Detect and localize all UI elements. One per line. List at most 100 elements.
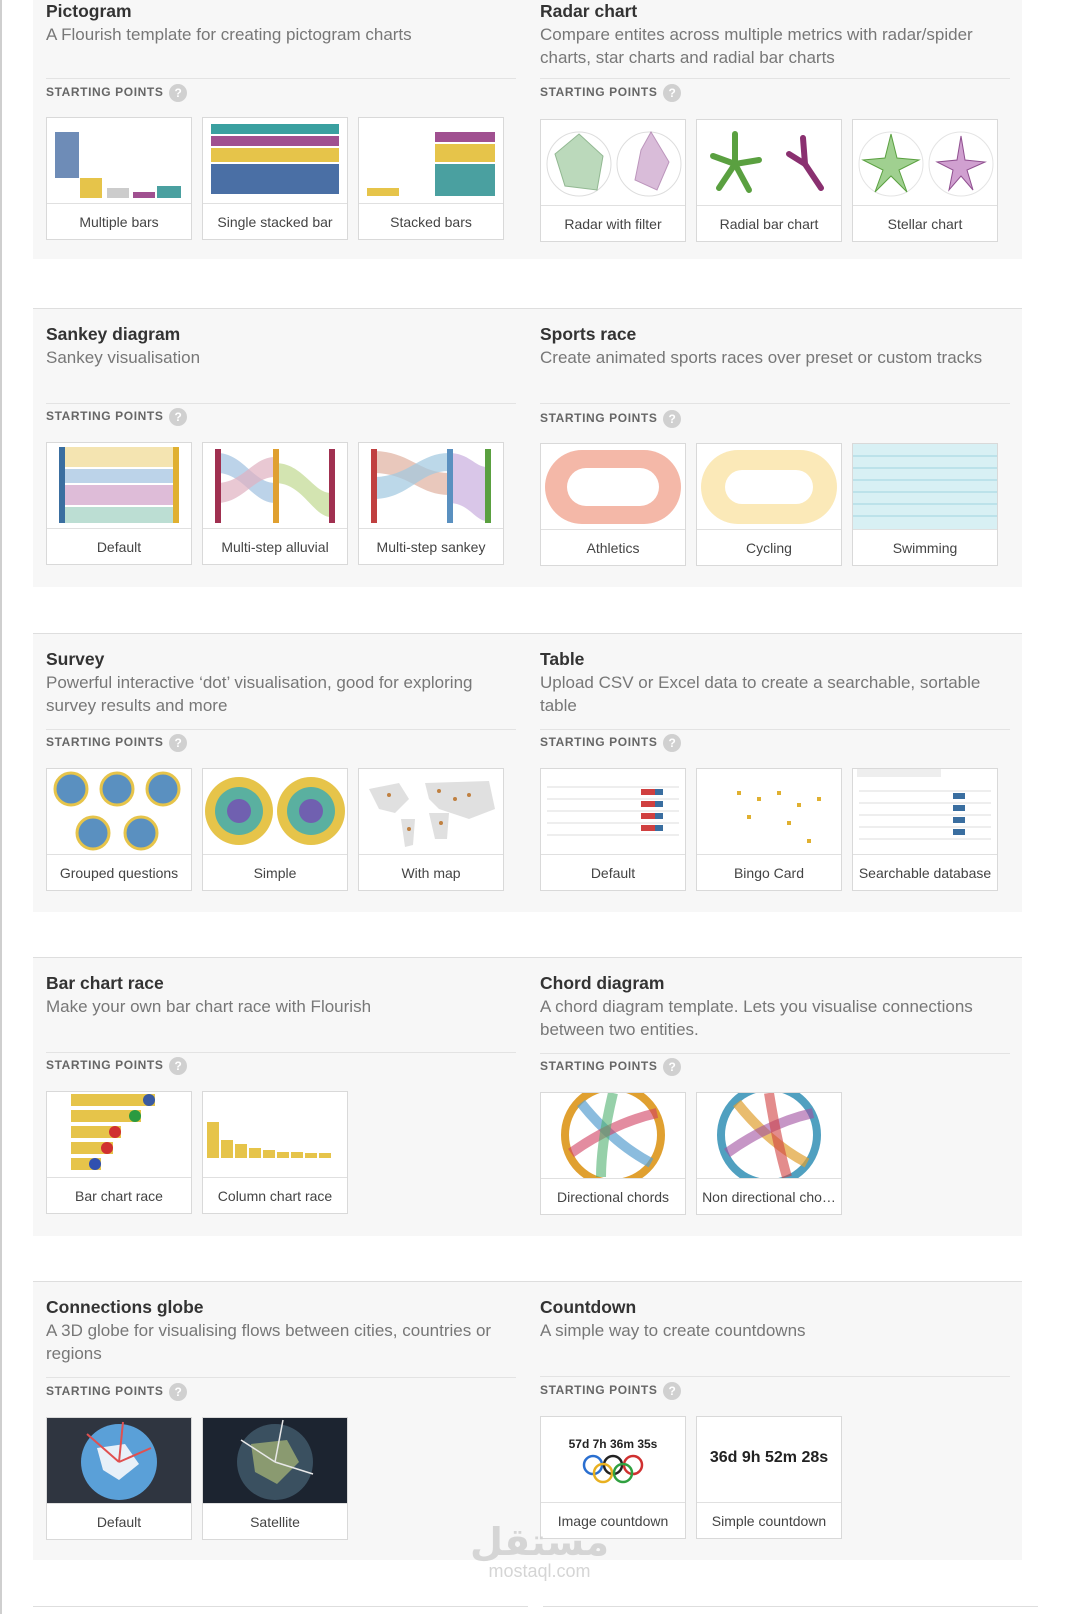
card-title: Connections globe [46, 1297, 204, 1317]
thumb-label: Radar with filter [564, 216, 662, 232]
thumb-survey-simple[interactable]: Simple [202, 768, 348, 891]
thumb-multi-step-sankey[interactable]: Multi-step sankey [358, 442, 504, 565]
thumb-label: Directional chords [556, 1189, 670, 1205]
thumb-label: Multi-step alluvial [221, 539, 329, 555]
card-description: Upload CSV or Excel data to create a sea… [540, 673, 981, 715]
globe-default-thumbnail [47, 1418, 191, 1504]
sankey-default-thumbnail [47, 443, 191, 529]
thumb-label: Stacked bars [390, 214, 472, 230]
card-title: Sports race [540, 324, 637, 344]
card-description: A simple way to create countdowns [540, 1321, 806, 1340]
help-icon[interactable]: ? [663, 734, 682, 752]
starting-points-text: STARTING POINTS [46, 1384, 164, 1399]
thumb-label: Searchable database [858, 865, 992, 881]
card-description: A chord diagram template. Lets you visua… [540, 997, 973, 1039]
table-default-thumbnail [541, 769, 685, 855]
card-radar-chart[interactable]: Radar chart Compare entites across multi… [527, 0, 1022, 259]
card-sankey-diagram[interactable]: Sankey diagram Sankey visualisation STAR… [33, 308, 528, 587]
thumb-bingo-card[interactable]: Bingo Card [696, 768, 842, 891]
help-icon[interactable]: ? [663, 410, 682, 428]
divider [46, 729, 516, 730]
divider [540, 1376, 1010, 1377]
alluvial-thumbnail [203, 443, 347, 529]
starting-points-text: STARTING POINTS [540, 411, 658, 426]
thumb-sankey-default[interactable]: Default [46, 442, 192, 565]
card-survey[interactable]: Survey Powerful interactive ‘dot’ visual… [33, 633, 528, 912]
thumb-multiple-bars[interactable]: Multiple bars [46, 117, 192, 240]
column-race-thumbnail [203, 1092, 347, 1178]
starting-points-label: STARTING POINTS? [540, 84, 682, 102]
thumb-multi-step-alluvial[interactable]: Multi-step alluvial [202, 442, 348, 565]
starting-points-text: STARTING POINTS [540, 1383, 658, 1398]
thumb-stellar-chart[interactable]: Stellar chart [852, 119, 998, 242]
starting-points-label: STARTING POINTS? [540, 1058, 682, 1076]
thumb-survey-with-map[interactable]: With map [358, 768, 504, 891]
divider [540, 403, 1010, 404]
radar-filter-thumbnail [541, 120, 685, 206]
card-countdown[interactable]: Countdown A simple way to create countdo… [527, 1281, 1022, 1560]
thumb-radial-bar-chart[interactable]: Radial bar chart [696, 119, 842, 242]
card-description: Compare entites across multiple metrics … [540, 25, 973, 67]
stellar-chart-thumbnail [853, 120, 997, 206]
thumb-bar-chart-race[interactable]: Bar chart race [46, 1091, 192, 1214]
thumb-non-directional-chords[interactable]: Non directional cho… [696, 1092, 842, 1215]
bar-race-thumbnail [47, 1092, 191, 1178]
thumb-label: Grouped questions [59, 865, 179, 881]
card-title: Pictogram [46, 1, 132, 21]
card-description: Create animated sports races over preset… [540, 348, 983, 367]
mostaql-watermark: مستقل mostaql.com [470, 1520, 609, 1582]
card-table[interactable]: Table Upload CSV or Excel data to create… [527, 633, 1022, 912]
thumb-label: Single stacked bar [217, 214, 333, 230]
thumb-label: Column chart race [217, 1188, 333, 1204]
thumb-athletics[interactable]: Athletics [540, 443, 686, 566]
thumb-label: Default [96, 539, 142, 555]
thumb-directional-chords[interactable]: Directional chords [540, 1092, 686, 1215]
searchable-db-thumbnail [853, 769, 997, 855]
thumb-grouped-questions[interactable]: Grouped questions [46, 768, 192, 891]
thumb-simple-countdown[interactable]: 36d 9h 52m 28s Simple countdown [696, 1416, 842, 1539]
thumb-column-chart-race[interactable]: Column chart race [202, 1091, 348, 1214]
help-icon[interactable]: ? [663, 1382, 682, 1400]
thumb-globe-satellite[interactable]: Satellite [202, 1417, 348, 1540]
watermark-latin: mostaql.com [488, 1561, 591, 1581]
card-description: Make your own bar chart race with Flouri… [46, 997, 372, 1016]
left-page-rule [0, 0, 2, 1614]
thumb-single-stacked-bar[interactable]: Single stacked bar [202, 117, 348, 240]
thumb-cycling[interactable]: Cycling [696, 443, 842, 566]
starting-points-text: STARTING POINTS [540, 1059, 658, 1074]
card-sports-race[interactable]: Sports race Create animated sports races… [527, 308, 1022, 587]
help-icon[interactable]: ? [169, 1383, 188, 1401]
pictogram-stacked-bars-thumbnail [359, 118, 503, 204]
help-icon[interactable]: ? [663, 1058, 682, 1076]
card-bar-chart-race[interactable]: Bar chart race Make your own bar chart r… [33, 957, 528, 1236]
card-title: Sankey diagram [46, 324, 181, 344]
help-icon[interactable]: ? [663, 84, 682, 102]
thumb-globe-default[interactable]: Default [46, 1417, 192, 1540]
thumb-label: Multiple bars [79, 214, 159, 230]
athletics-track-thumbnail [541, 444, 685, 530]
card-title: Chord diagram [540, 973, 665, 993]
card-pictogram[interactable]: Pictogram A Flourish template for creati… [33, 0, 528, 259]
thumb-searchable-database[interactable]: Searchable database [852, 768, 998, 891]
card-chord-diagram[interactable]: Chord diagram A chord diagram template. … [527, 957, 1022, 1236]
card-connections-globe[interactable]: Connections globe A 3D globe for visuali… [33, 1281, 528, 1560]
thumb-label: Radial bar chart [719, 216, 819, 232]
thumb-label: With map [401, 865, 461, 881]
thumb-radar-with-filter[interactable]: Radar with filter [540, 119, 686, 242]
next-row-divider-left [33, 1606, 528, 1607]
card-title: Radar chart [540, 1, 638, 21]
thumb-table-default[interactable]: Default [540, 768, 686, 891]
help-icon[interactable]: ? [169, 408, 188, 426]
help-icon[interactable]: ? [169, 1057, 188, 1075]
card-description: A Flourish template for creating pictogr… [46, 25, 412, 44]
help-icon[interactable]: ? [169, 734, 188, 752]
thumb-label: Simple [253, 865, 297, 881]
radial-bar-thumbnail [697, 120, 841, 206]
chord-directional-thumbnail [541, 1093, 685, 1179]
countdown-text: 36d 9h 52m 28s [709, 1449, 829, 1466]
help-icon[interactable]: ? [169, 84, 188, 102]
thumb-stacked-bars[interactable]: Stacked bars [358, 117, 504, 240]
thumb-swimming[interactable]: Swimming [852, 443, 998, 566]
divider [46, 1052, 516, 1053]
chord-nondirectional-thumbnail [697, 1093, 841, 1179]
